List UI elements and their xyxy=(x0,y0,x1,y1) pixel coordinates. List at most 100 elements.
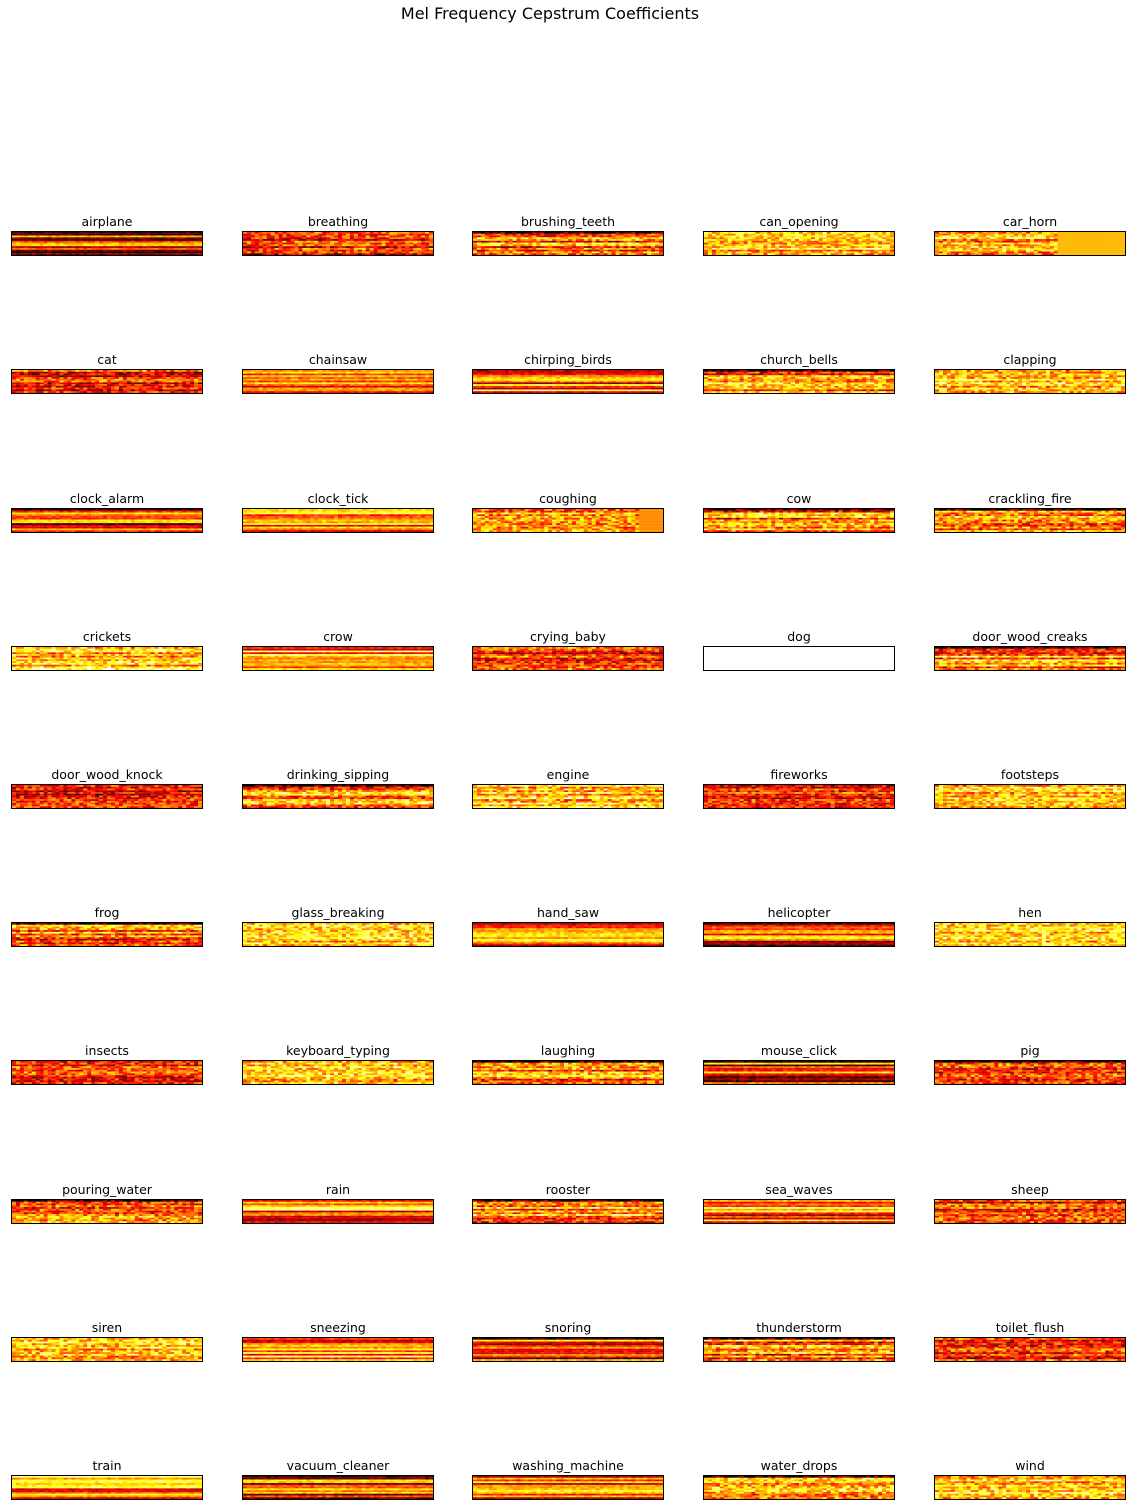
heatmap-cell xyxy=(154,384,159,387)
heatmap-cell xyxy=(389,242,394,245)
heatmap-cell xyxy=(290,247,295,250)
heatmap-cell xyxy=(615,240,620,243)
heatmap-cell xyxy=(99,387,104,390)
heatmap-cell xyxy=(739,249,744,252)
heatmap-cell xyxy=(838,237,843,240)
heatmap-cell xyxy=(655,375,660,378)
heatmap-cell xyxy=(338,375,343,378)
heatmap-cell xyxy=(492,240,497,243)
heatmap-cell xyxy=(150,378,155,381)
heatmap-cell xyxy=(659,384,663,387)
heatmap-cell xyxy=(560,240,565,243)
heatmap-cell xyxy=(595,389,600,392)
heatmap-cell xyxy=(986,237,991,240)
heatmap-cell xyxy=(587,246,592,249)
heatmap-cell xyxy=(1069,242,1074,245)
heatmap-cell xyxy=(12,235,17,238)
heatmap-cell xyxy=(122,391,127,393)
heatmap-cell xyxy=(659,247,663,250)
heatmap-cell xyxy=(99,389,104,392)
heatmap-cell xyxy=(504,375,509,378)
heatmap-cell xyxy=(381,247,386,250)
heatmap-cell xyxy=(365,373,370,376)
heatmap-cell xyxy=(258,385,263,388)
heatmap-cell xyxy=(294,377,299,379)
heatmap-cell xyxy=(405,244,410,247)
heatmap-cell xyxy=(397,247,402,250)
heatmap-cell xyxy=(619,373,624,376)
heatmap-cell xyxy=(564,235,569,238)
heatmap-cell xyxy=(306,247,311,250)
heatmap-cell xyxy=(154,239,159,241)
heatmap-cell xyxy=(639,382,644,385)
heatmap-cell xyxy=(615,235,620,238)
heatmap-cell xyxy=(492,389,497,392)
heatmap-cell xyxy=(842,239,847,241)
heatmap-cell xyxy=(334,237,339,240)
heatmap-cell xyxy=(198,378,202,381)
heatmap-cell xyxy=(982,251,987,254)
heatmap-cell xyxy=(799,242,804,245)
heatmap-cell xyxy=(170,387,175,390)
heatmap-cell xyxy=(715,235,721,238)
heatmap-cell xyxy=(290,251,295,254)
heatmap-cell xyxy=(473,378,478,381)
heatmap-cell xyxy=(544,385,549,388)
heatmap-cell xyxy=(1085,253,1090,255)
heatmap-cell xyxy=(413,251,418,254)
heatmap-cell xyxy=(166,253,171,255)
heatmap-cell xyxy=(95,384,100,387)
heatmap-cell xyxy=(63,253,68,255)
heatmap-cell xyxy=(763,251,768,254)
heatmap-cell xyxy=(385,384,390,387)
heatmap-cell xyxy=(1049,247,1054,250)
heatmap-cell xyxy=(858,253,863,255)
heatmap-cell xyxy=(95,378,100,381)
heatmap-cell xyxy=(532,253,537,255)
heatmap-cell xyxy=(623,371,628,374)
heatmap-cell xyxy=(254,233,260,236)
heatmap-cell xyxy=(318,232,323,234)
heatmap-cell xyxy=(298,247,303,250)
heatmap-cell xyxy=(282,237,287,240)
heatmap-cell xyxy=(266,240,271,243)
heatmap-cell xyxy=(182,251,187,254)
heatmap-cell xyxy=(126,391,131,393)
heatmap-cell xyxy=(946,247,952,250)
heatmap-cell xyxy=(623,246,628,249)
heatmap-cell xyxy=(611,242,616,245)
heatmap-cell xyxy=(890,246,894,249)
heatmap-cell xyxy=(345,244,351,247)
heatmap-cell xyxy=(492,249,497,252)
heatmap-cell xyxy=(516,370,521,372)
heatmap-cell xyxy=(290,380,295,383)
heatmap-cell xyxy=(480,380,486,383)
heatmap-cell xyxy=(122,384,127,387)
heatmap-cell xyxy=(12,377,17,379)
heatmap-cell xyxy=(357,249,362,252)
heatmap-cell xyxy=(425,246,430,249)
heatmap-cell xyxy=(282,377,287,379)
heatmap-cell xyxy=(397,387,402,390)
heatmap-cell xyxy=(35,246,40,249)
heatmap-cell xyxy=(552,384,557,387)
heatmap-cell xyxy=(286,233,291,236)
heatmap-cell xyxy=(27,251,32,254)
heatmap-cell xyxy=(810,237,816,240)
heatmap-cell xyxy=(619,385,624,388)
heatmap-cell xyxy=(349,251,355,254)
heatmap-cell xyxy=(476,391,482,393)
heatmap-cell xyxy=(544,232,549,234)
heatmap-cell xyxy=(322,240,327,243)
heatmap-cell xyxy=(747,237,752,240)
heatmap-cell xyxy=(994,242,999,245)
heatmap-cell xyxy=(882,244,887,247)
heatmap-cell xyxy=(110,233,116,236)
heatmap-cell xyxy=(707,247,713,250)
heatmap-cell xyxy=(727,253,732,255)
heatmap-cell xyxy=(198,253,202,255)
heatmap-cell xyxy=(635,232,640,234)
heatmap-cell xyxy=(639,242,644,245)
heatmap-cell xyxy=(599,233,604,236)
heatmap-cell xyxy=(552,244,557,247)
